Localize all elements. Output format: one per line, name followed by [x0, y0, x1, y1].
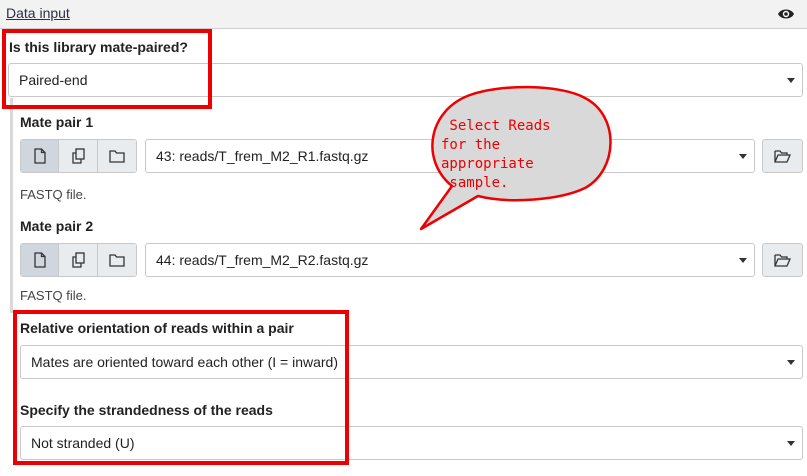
folder-open-icon	[774, 254, 791, 267]
file-icon	[34, 148, 46, 164]
chevron-down-icon	[739, 258, 747, 263]
folder-icon	[109, 150, 125, 163]
folder-icon	[109, 254, 125, 267]
section-rail	[10, 98, 13, 313]
chevron-down-icon	[739, 154, 747, 159]
single-dataset-button[interactable]	[21, 140, 60, 172]
orientation-select[interactable]: Mates are oriented toward each other (I …	[20, 345, 803, 379]
chevron-down-icon	[787, 78, 795, 83]
chevron-down-icon	[787, 360, 795, 365]
section-title[interactable]: Data input	[6, 5, 70, 21]
copy-icon	[71, 148, 85, 164]
chevron-down-icon	[787, 441, 795, 446]
copy-icon	[71, 252, 85, 268]
section-header: Data input	[0, 0, 807, 29]
mate-pair-2-help: FASTQ file.	[20, 288, 87, 303]
mate-pair-1-value: 43: reads/T_frem_M2_R1.fastq.gz	[156, 148, 369, 164]
library-type-value: Paired-end	[19, 72, 88, 88]
mate-pair-2-label: Mate pair 2	[20, 218, 94, 234]
multiple-datasets-button[interactable]	[59, 140, 98, 172]
mate-pair-1-label: Mate pair 1	[20, 114, 94, 130]
callout-line-1: Select Reads	[441, 118, 551, 134]
strandedness-label: Specify the strandedness of the reads	[20, 402, 273, 418]
collection-button[interactable]	[97, 140, 136, 172]
library-type-select[interactable]: Paired-end	[8, 63, 803, 97]
collection-button[interactable]	[97, 244, 136, 276]
mate-pair-1-mode-buttons	[20, 139, 137, 173]
orientation-label: Relative orientation of reads within a p…	[20, 320, 294, 336]
mate-pair-2-mode-buttons	[20, 243, 137, 277]
library-type-label: Is this library mate-paired?	[9, 39, 188, 55]
folder-open-icon	[774, 150, 791, 163]
single-dataset-button[interactable]	[21, 244, 60, 276]
mate-pair-2-value: 44: reads/T_frem_M2_R2.fastq.gz	[156, 252, 369, 268]
mate-pair-1-browse-button[interactable]	[762, 139, 803, 173]
file-icon	[34, 252, 46, 268]
callout-line-4: sample.	[441, 175, 509, 191]
mate-pair-1-help: FASTQ file.	[20, 187, 87, 202]
strandedness-value: Not stranded (U)	[31, 435, 135, 451]
multiple-datasets-button[interactable]	[59, 244, 98, 276]
mate-pair-2-select[interactable]: 44: reads/T_frem_M2_R2.fastq.gz	[145, 243, 755, 277]
orientation-value: Mates are oriented toward each other (I …	[31, 354, 338, 370]
strandedness-select[interactable]: Not stranded (U)	[20, 426, 803, 460]
callout-line-2: for the	[441, 137, 501, 153]
callout-line-3: appropriate	[441, 156, 534, 172]
eye-icon[interactable]	[777, 6, 795, 22]
mate-pair-2-browse-button[interactable]	[762, 243, 803, 277]
